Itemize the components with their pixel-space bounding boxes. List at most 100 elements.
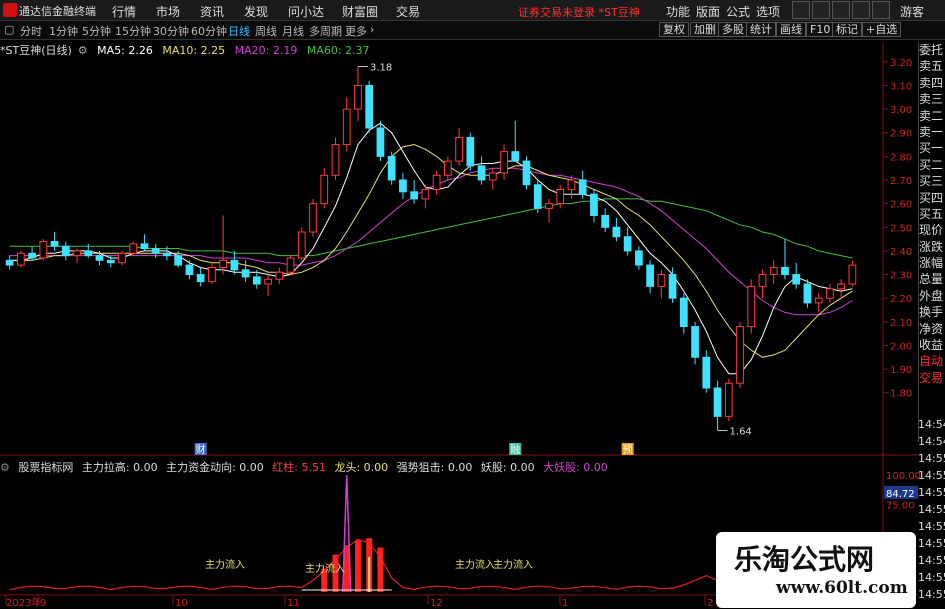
event-mark-label: 财 [196, 443, 206, 456]
yaogu: 妖股: 0.00 [480, 461, 535, 474]
quote-label-buy5: 买五 [919, 206, 944, 221]
candle-body [848, 264, 857, 285]
candle-body [410, 191, 419, 200]
zhuli-lagao: 主力拉高: 0.00 [81, 461, 158, 474]
candle-body [814, 297, 823, 304]
date-tick-label: 2023年 [6, 596, 41, 609]
price-tick-label: 2.20 [890, 294, 912, 305]
candle-body [736, 326, 744, 384]
candle-body [185, 264, 194, 276]
price-tick-label: 3.10 [890, 81, 912, 92]
quote-label-weituo[interactable]: 委托 [919, 42, 945, 58]
quote-label-sell3: 卖三 [919, 92, 944, 107]
lower-tick-label: 84.72 [886, 489, 915, 500]
price-tick-label: 2.90 [890, 129, 912, 140]
tick-time: 14:54 [918, 435, 945, 448]
candle-body [511, 151, 520, 162]
quote-label-turnover: 换手 [919, 305, 944, 320]
candle-body [837, 283, 846, 290]
candle-body [140, 243, 149, 250]
candle-body [106, 259, 115, 264]
tick-time: 14:55 [918, 588, 945, 601]
lower-tick-label: 100.00 [886, 471, 921, 482]
candle-body [275, 271, 284, 280]
quote-label-buy3: 买三 [919, 174, 944, 189]
dayaogu: 大妖股: 0.00 [543, 461, 608, 474]
date-tick-label: 11 [287, 598, 300, 609]
candle-body [241, 269, 250, 278]
candle-body [623, 236, 632, 252]
candle-body [151, 248, 160, 254]
quote-label-volume: 总量 [919, 272, 944, 287]
candle-body [466, 136, 475, 167]
candle-body [713, 387, 722, 417]
quote-label-price: 现价 [919, 223, 944, 238]
low-label: 1.64 [730, 427, 752, 438]
watermark-url: www.60lt.com [776, 578, 908, 598]
candle-body [376, 127, 385, 157]
candle-body [702, 356, 711, 389]
quote-panel: 委托 卖五 卖四 卖三 卖二 卖一 买一 买二 买三 买四 买五 现价 涨跌 涨… [918, 42, 945, 442]
price-tick-label: 2.30 [890, 271, 912, 282]
candle-body [28, 252, 36, 259]
candle-body [803, 283, 812, 304]
qiangshi: 强势狙击: 0.00 [396, 461, 473, 474]
candle-body [769, 266, 778, 276]
inflow-label: 主力流入 [205, 558, 245, 571]
candle-body [61, 245, 70, 257]
candle-body [545, 203, 553, 209]
price-tick-label: 2.40 [890, 247, 912, 258]
candle-body [668, 274, 677, 299]
indicator-legend: ⚙ 股票指标网 主力拉高: 0.00 主力资金动向: 0.00 红柱: 5.51… [0, 459, 613, 474]
quote-label-buy4: 买四 [919, 190, 944, 205]
ma20-line [9, 167, 853, 316]
indicator-gear-icon[interactable]: ⚙ [0, 461, 10, 474]
candle-body [635, 250, 643, 266]
candle-body [533, 184, 542, 209]
candle-body [342, 108, 351, 146]
candle-body [252, 276, 261, 285]
candle-body [724, 382, 733, 417]
candle-body [556, 188, 565, 205]
date-tick-label: 10 [175, 598, 188, 609]
quote-label-sell5: 卖五 [919, 59, 944, 74]
candle-body [657, 274, 666, 287]
candle-body [286, 257, 295, 273]
price-tick-label: 2.80 [890, 152, 912, 163]
longtou: 龙头: 0.00 [334, 461, 389, 474]
quote-label-eps: 收益 [919, 338, 944, 353]
candle-body [679, 297, 688, 328]
date-tick-label: 1 [562, 598, 568, 609]
candle-body [16, 252, 25, 266]
candle-body [73, 250, 81, 257]
candle-body [365, 84, 374, 129]
red-column [354, 540, 361, 592]
quote-label-pct: 涨幅 [919, 256, 944, 271]
candle-body [477, 165, 486, 181]
tick-time: 14:55 [918, 452, 945, 465]
candle-body [320, 174, 329, 205]
tick-time: 14:54 [918, 418, 945, 431]
candle-body [455, 136, 463, 162]
high-label: 3.18 [370, 63, 392, 74]
candle-body [691, 326, 699, 358]
indicator-name[interactable]: 股票指标网 [18, 461, 73, 474]
kline-chart[interactable]: 3.20 3.10 3.00 2.90 2.80 2.70 2.60 2.50 2.40 2.30… [0, 0, 945, 609]
candle-body [443, 160, 452, 176]
quote-label-netasset: 净资 [919, 321, 944, 336]
price-tick-label: 1.90 [890, 365, 912, 376]
candle-body [488, 172, 497, 181]
date-tick-label: 9 [40, 598, 46, 609]
candle-body [129, 243, 138, 254]
candle-body [826, 288, 834, 299]
auto-trade-button[interactable]: 自动 [919, 353, 945, 369]
tick-time: 14:55 [918, 554, 945, 567]
quote-label-sell1: 卖一 [919, 124, 944, 139]
candle-body [781, 266, 789, 276]
candle-body [297, 231, 306, 259]
quote-label-sell4: 卖四 [919, 75, 944, 90]
candle-body [163, 252, 171, 257]
candle-body [432, 174, 441, 190]
candle-body [5, 259, 14, 266]
trade-button[interactable]: 交易 [919, 370, 945, 386]
